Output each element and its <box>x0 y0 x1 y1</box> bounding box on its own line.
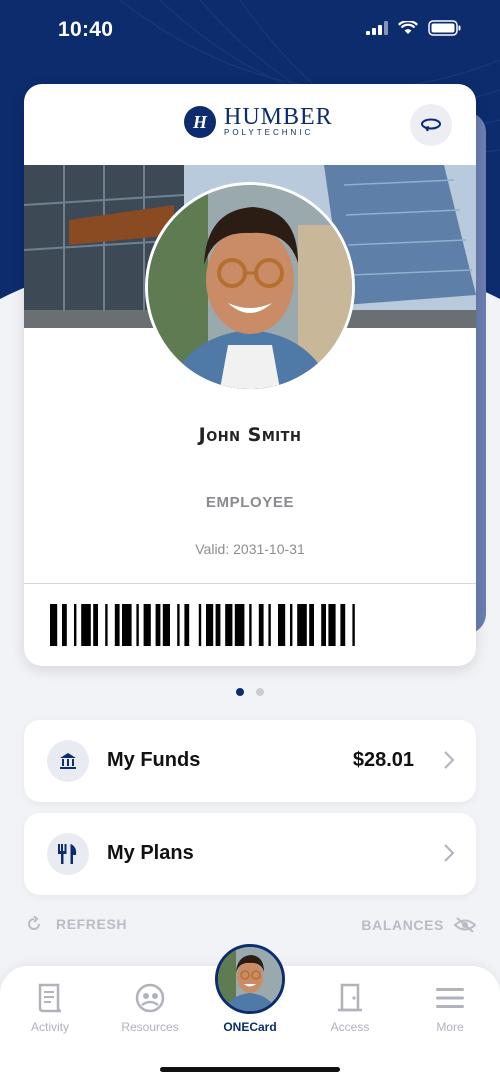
receipt-icon <box>38 983 62 1013</box>
refresh-icon <box>28 916 40 930</box>
fork-knife-icon <box>47 833 89 875</box>
wifi-icon <box>398 21 418 34</box>
tab-onecard-label: ONECard <box>223 1020 277 1034</box>
chevron-right-icon <box>444 751 455 769</box>
tab-activity-label: Activity <box>30 1020 69 1034</box>
resources-icon <box>135 983 165 1013</box>
chevron-right-icon <box>444 844 455 862</box>
cardholder-role: EMPLOYEE <box>205 494 295 511</box>
my-plans-label: My Plans <box>107 842 194 864</box>
id-card[interactable]: H HUMBER POLYTECHNIC John Smith EMPLOYEE… <box>24 84 476 666</box>
card-divider <box>24 583 476 584</box>
barcode <box>50 604 355 646</box>
tab-more-label: More <box>436 1020 464 1034</box>
humber-logo-mark: H <box>184 106 216 138</box>
avatar[interactable] <box>215 944 285 1014</box>
balances-label: BALANCES <box>361 917 444 933</box>
door-icon <box>338 983 362 1012</box>
my-funds-row[interactable]: My Funds $28.01 <box>24 720 476 802</box>
battery-icon <box>428 20 461 36</box>
balances-toggle[interactable]: BALANCES <box>361 916 476 934</box>
home-indicator <box>160 1067 340 1072</box>
my-plans-row[interactable]: My Plans <box>24 813 476 895</box>
card-pager[interactable] <box>236 688 264 696</box>
bank-icon <box>47 740 89 782</box>
my-funds-label: My Funds <box>107 749 201 771</box>
tab-resources-label: Resources <box>121 1020 179 1034</box>
profile-photo <box>145 182 355 392</box>
funds-amount: $28.01 <box>352 749 414 771</box>
logo-name: HUMBER <box>224 104 333 130</box>
pager-dot-1[interactable] <box>236 688 244 696</box>
rotate-icon <box>421 118 441 132</box>
logo-subtitle: POLYTECHNIC <box>224 128 314 137</box>
eye-slash-icon <box>454 917 476 933</box>
cellular-signal-icon <box>366 21 388 35</box>
status-time: 10:40 <box>58 18 114 41</box>
refresh-label: REFRESH <box>56 916 128 932</box>
card-validity: Valid: 2031-10-31 <box>195 541 305 557</box>
tab-access-label: Access <box>330 1020 370 1034</box>
refresh-button[interactable]: REFRESH <box>26 916 127 932</box>
cardholder-name: John Smith <box>198 424 302 446</box>
flip-card-button[interactable] <box>410 104 452 146</box>
status-bar: 10:40 <box>0 0 500 60</box>
menu-icon <box>436 988 464 1008</box>
pager-dot-2[interactable] <box>256 688 264 696</box>
humber-logo: H HUMBER POLYTECHNIC <box>184 104 333 138</box>
